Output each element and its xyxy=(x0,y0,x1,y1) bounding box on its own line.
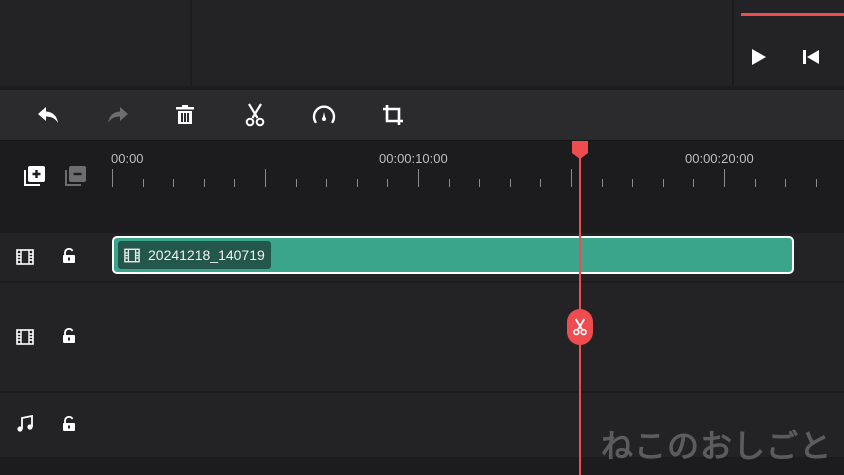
skip-to-start-icon xyxy=(803,50,819,64)
film-icon xyxy=(124,248,140,262)
ruler-minor-tick xyxy=(295,179,297,187)
undo-button[interactable] xyxy=(36,102,62,128)
film-icon xyxy=(16,249,34,270)
ruler-minor-tick xyxy=(173,179,175,187)
track-header-video-2 xyxy=(0,283,111,391)
ruler-minor-tick xyxy=(693,179,695,187)
remove-track-button[interactable] xyxy=(65,165,87,192)
skip-to-start-button[interactable] xyxy=(800,46,822,68)
play-icon xyxy=(752,49,766,65)
playhead-split-button[interactable] xyxy=(567,309,593,345)
track-lock-button[interactable] xyxy=(62,416,76,437)
playback-progress-bar[interactable] xyxy=(741,13,844,16)
ruler-minor-tick xyxy=(326,179,328,187)
remove-track-icon xyxy=(65,166,86,186)
crop-button[interactable] xyxy=(380,102,406,128)
speed-button[interactable] xyxy=(311,102,337,128)
scissors-icon xyxy=(245,103,265,127)
track-lock-button[interactable] xyxy=(62,328,76,349)
edit-toolbar xyxy=(0,90,844,141)
clip-name: 20241218_140719 xyxy=(148,247,265,263)
track-header-column xyxy=(0,141,111,475)
ruler-label: 00:00 xyxy=(111,151,144,166)
add-track-button[interactable] xyxy=(24,165,46,192)
playhead-handle[interactable] xyxy=(571,141,589,159)
delete-button[interactable] xyxy=(172,102,198,128)
ruler-minor-tick xyxy=(601,179,603,187)
ruler-minor-tick xyxy=(785,179,787,187)
trash-icon xyxy=(176,105,194,124)
media-panel xyxy=(0,0,190,86)
ruler-minor-tick xyxy=(815,179,817,187)
ruler-minor-tick xyxy=(203,179,205,187)
redo-button[interactable] xyxy=(104,102,130,128)
track-header-audio xyxy=(0,393,111,457)
scissors-icon xyxy=(573,318,587,336)
preview-panel xyxy=(192,0,732,86)
crop-icon xyxy=(383,105,403,125)
track-header-video-1 xyxy=(0,233,111,281)
redo-icon xyxy=(108,107,128,123)
ruler-label: 00:00:10:00 xyxy=(379,151,448,166)
ruler-major-tick xyxy=(265,169,266,187)
ruler-minor-tick xyxy=(540,179,542,187)
watermark-text: ねこのおしごと xyxy=(600,427,832,465)
add-track-icon xyxy=(24,166,45,186)
ruler-minor-tick xyxy=(754,179,756,187)
video-clip[interactable]: 20241218_140719 xyxy=(112,236,794,274)
ruler-minor-tick xyxy=(479,179,481,187)
ruler-minor-tick xyxy=(448,179,450,187)
ruler-label: 00:00:20:00 xyxy=(685,151,754,166)
ruler-minor-tick xyxy=(387,179,389,187)
undo-icon xyxy=(38,107,58,123)
ruler-major-tick xyxy=(418,169,419,187)
unlock-icon xyxy=(63,248,75,263)
ruler-minor-tick xyxy=(509,179,511,187)
ruler-minor-tick xyxy=(632,179,634,187)
film-icon xyxy=(16,329,34,350)
music-note-icon xyxy=(16,414,34,438)
ruler-minor-tick xyxy=(662,179,664,187)
ruler-minor-tick xyxy=(142,179,144,187)
video-track-lane-2[interactable] xyxy=(111,283,844,391)
ruler-major-tick xyxy=(112,169,113,187)
track-lock-button[interactable] xyxy=(62,248,76,269)
split-button[interactable] xyxy=(242,102,268,128)
unlock-icon xyxy=(63,416,75,431)
ruler-major-tick xyxy=(724,169,725,187)
clip-label: 20241218_140719 xyxy=(118,241,271,269)
unlock-icon xyxy=(63,328,75,343)
ruler-major-tick xyxy=(571,169,572,187)
ruler-minor-tick xyxy=(356,179,358,187)
speedometer-icon xyxy=(312,105,336,124)
ruler-minor-tick xyxy=(234,179,236,187)
play-button[interactable] xyxy=(747,46,769,68)
